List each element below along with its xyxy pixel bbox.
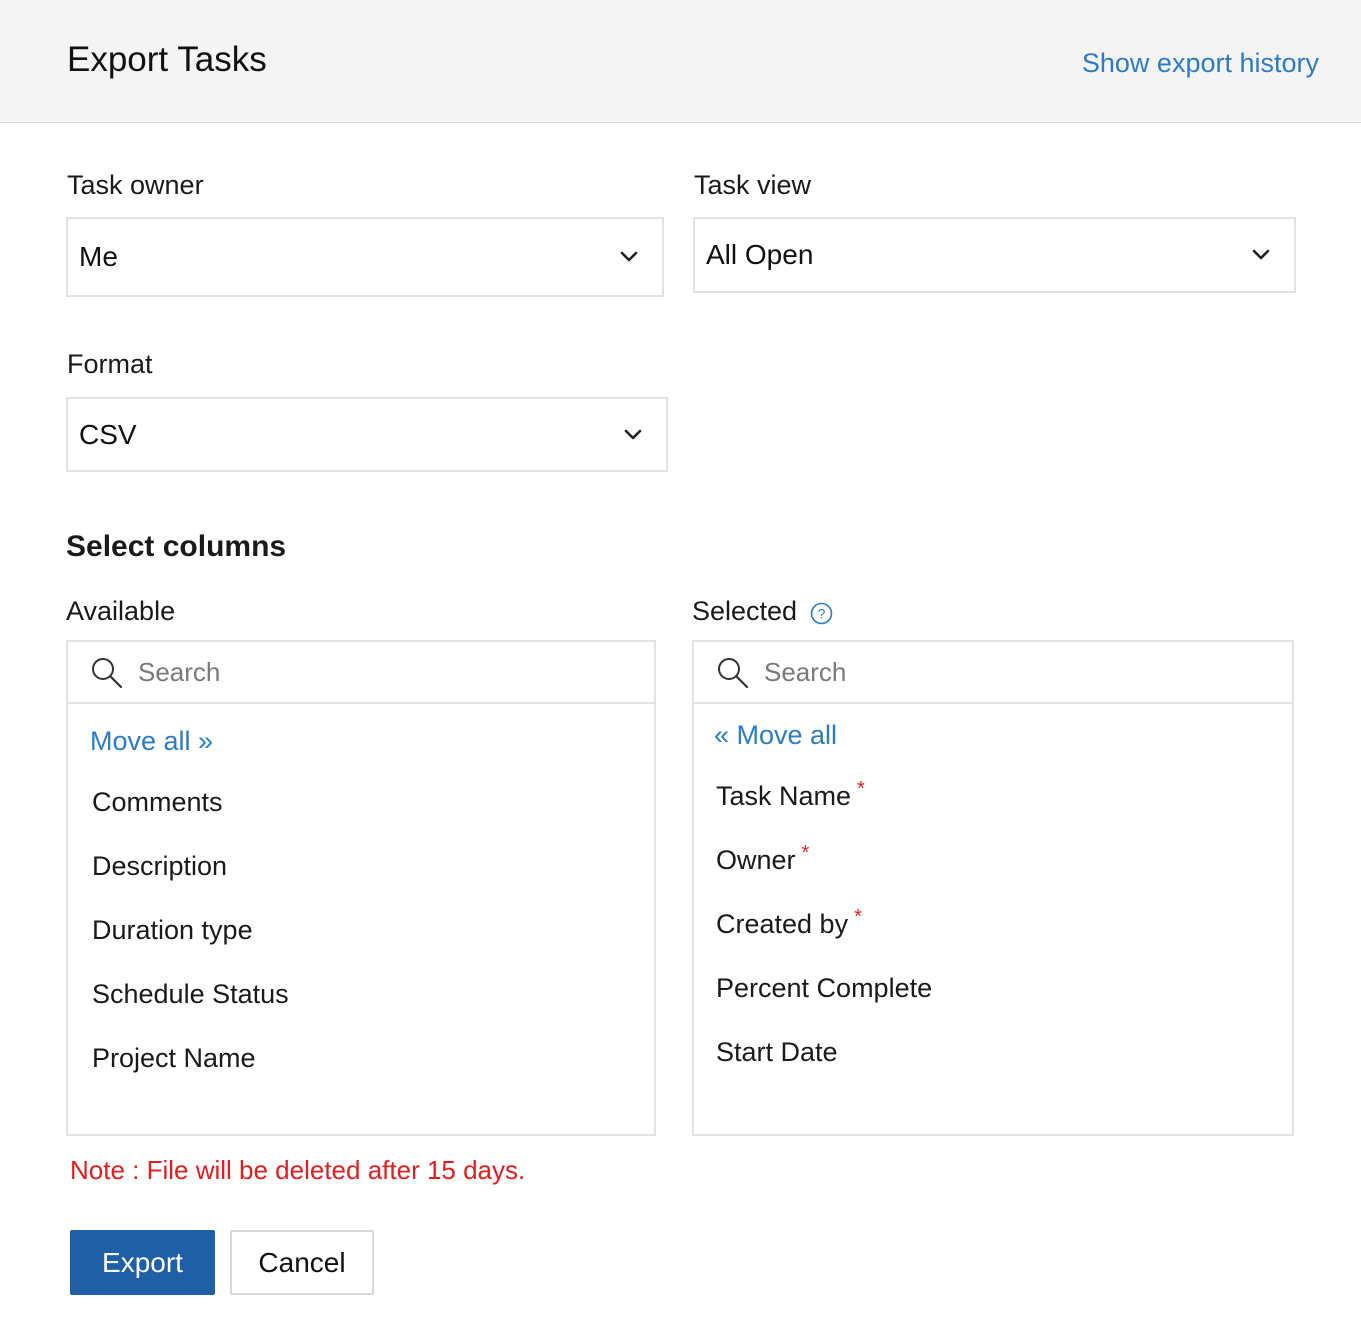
selected-item-owner[interactable]: Owner * xyxy=(716,842,810,876)
available-columns-list: Move all » Comments Description Duration… xyxy=(66,640,656,1136)
chevron-down-icon xyxy=(620,251,638,262)
task-view-label: Task view xyxy=(694,170,812,200)
selected-item-label: Task Name xyxy=(716,781,852,811)
selected-item-label: Start Date xyxy=(716,1037,838,1067)
available-label: Available xyxy=(66,596,176,626)
available-item[interactable]: Comments xyxy=(92,787,223,818)
required-marker: * xyxy=(854,906,862,928)
svg-text:?: ? xyxy=(818,606,826,622)
search-icon xyxy=(92,658,123,689)
selected-item-task-name[interactable]: Task Name * xyxy=(716,778,865,812)
move-all-right-link[interactable]: Move all » xyxy=(90,726,213,757)
task-view-value: All Open xyxy=(706,239,814,270)
move-all-left-link[interactable]: « Move all xyxy=(714,720,837,751)
selected-search-input[interactable] xyxy=(764,652,1164,692)
task-owner-value: Me xyxy=(79,241,118,272)
available-search-row xyxy=(68,642,654,704)
available-item[interactable]: Duration type xyxy=(92,915,253,946)
selected-search-row xyxy=(694,642,1292,704)
show-export-history-link[interactable]: Show export history xyxy=(1082,48,1319,79)
dialog-header: Export Tasks Show export history xyxy=(0,0,1361,123)
selected-item-created-by[interactable]: Created by * xyxy=(716,906,862,940)
help-icon[interactable]: ? xyxy=(810,602,833,625)
format-label: Format xyxy=(67,349,153,379)
selected-item-label: Percent Complete xyxy=(716,973,933,1003)
page-title: Export Tasks xyxy=(67,40,267,79)
available-search-input[interactable] xyxy=(138,652,538,692)
selected-columns-list: « Move all Task Name* Owner* Created by*… xyxy=(692,640,1294,1136)
available-item[interactable]: Project Name xyxy=(92,1043,256,1074)
selected-item-percent-complete[interactable]: Percent Complete xyxy=(716,973,938,1004)
available-item[interactable]: Description xyxy=(92,851,227,882)
search-icon xyxy=(718,658,749,689)
task-owner-label: Task owner xyxy=(67,170,204,200)
export-button[interactable]: Export xyxy=(70,1230,215,1295)
selected-item-label: Owner xyxy=(716,845,796,875)
cancel-button[interactable]: Cancel xyxy=(230,1230,374,1295)
selected-item-label: Created by xyxy=(716,909,849,939)
required-marker: * xyxy=(857,778,865,800)
chevron-down-icon xyxy=(624,429,642,439)
select-columns-title: Select columns xyxy=(66,530,287,563)
required-marker: * xyxy=(801,842,810,864)
task-owner-select[interactable]: Me xyxy=(66,217,664,297)
selected-item-start-date[interactable]: Start Date xyxy=(716,1037,844,1068)
deletion-note: Note : File will be deleted after 15 day… xyxy=(70,1155,526,1185)
format-select[interactable]: CSV xyxy=(66,397,668,472)
chevron-down-icon xyxy=(1252,249,1270,260)
task-view-select[interactable]: All Open xyxy=(693,217,1296,293)
format-value: CSV xyxy=(79,418,137,450)
available-item[interactable]: Schedule Status xyxy=(92,979,289,1010)
selected-label: Selected xyxy=(692,596,798,626)
